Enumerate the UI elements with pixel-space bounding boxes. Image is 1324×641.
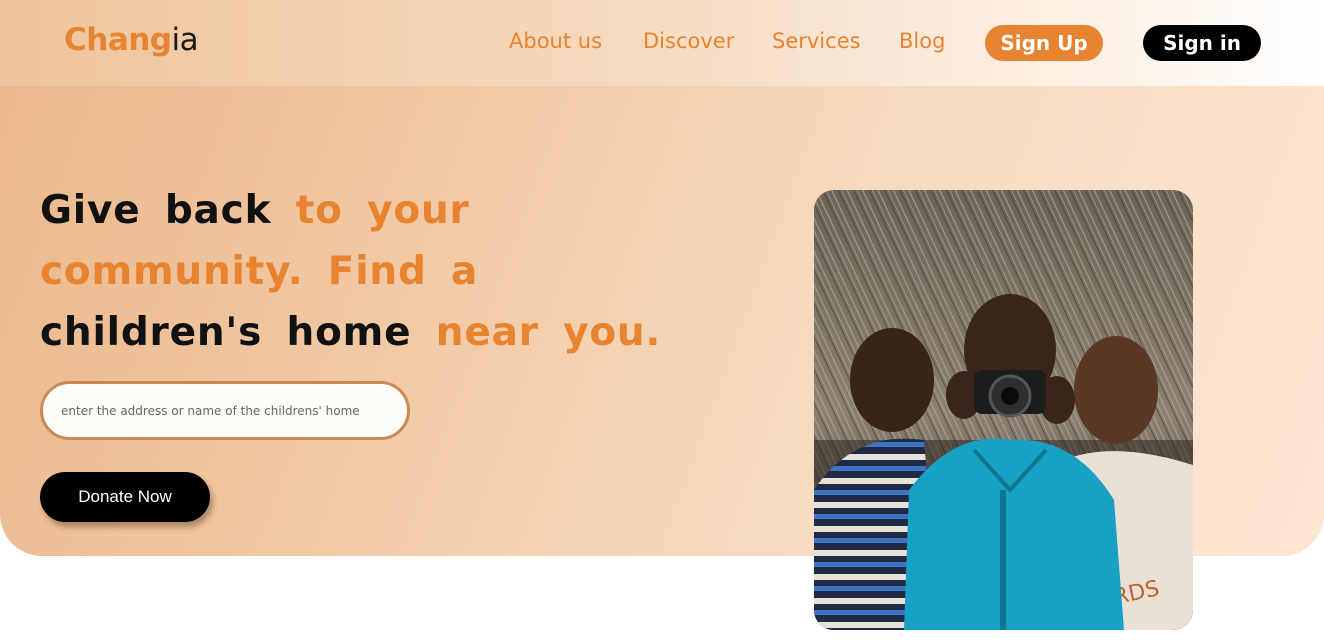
nav-link-services[interactable]: Services [772, 29, 861, 53]
headline-part-childrens-home: children's home [40, 310, 412, 355]
hero-photo-children-with-camera: YARDS [814, 190, 1193, 630]
sign-in-button[interactable]: Sign in [1143, 25, 1261, 61]
headline-part-near-you: near you. [435, 310, 662, 355]
nav-link-blog[interactable]: Blog [899, 29, 945, 53]
brand-logo-part1: Chang [64, 22, 172, 58]
nav-link-discover[interactable]: Discover [643, 29, 734, 53]
headline-part-give-back: Give back [40, 188, 272, 233]
brand-logo[interactable]: Changia [64, 22, 199, 58]
nav-link-about-us[interactable]: About us [509, 29, 602, 53]
brand-logo-part2: ia [171, 22, 199, 58]
top-navbar: Changia About us Discover Services Blog … [0, 0, 1324, 86]
headline-part-find-a: Find a [327, 249, 479, 294]
donate-now-button[interactable]: Donate Now [40, 472, 210, 522]
hero-headline: Give back to your community. Find a chil… [40, 180, 720, 363]
home-search-input[interactable] [40, 381, 410, 440]
sign-up-button[interactable]: Sign Up [985, 25, 1103, 61]
